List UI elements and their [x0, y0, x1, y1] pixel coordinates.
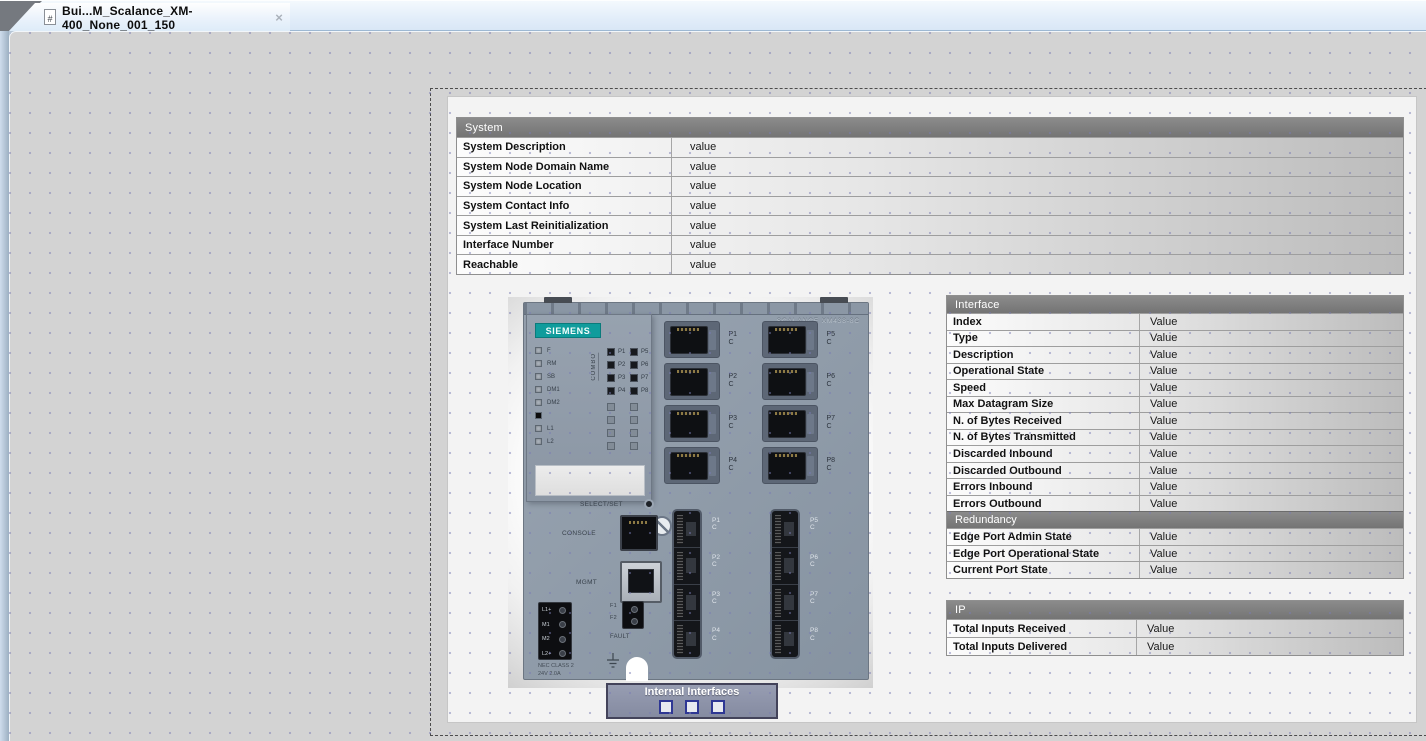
faceplate-tab-icon: #: [44, 9, 56, 25]
canvas-work-area: System System Description value System N…: [9, 31, 1426, 741]
canvas-left-strip: [0, 31, 9, 741]
editor-window: # Bui...M_Scalance_XM-400_None_001_150 ×…: [0, 0, 1426, 741]
close-icon[interactable]: ×: [270, 10, 288, 26]
editor-canvas: System System Description value System N…: [0, 31, 1426, 741]
tab-bar: # Bui...M_Scalance_XM-400_None_001_150 ×: [0, 0, 1426, 31]
faceplate-tab[interactable]: # Bui...M_Scalance_XM-400_None_001_150 ×: [8, 3, 290, 32]
selection-border: [430, 88, 1426, 736]
tab-title: Bui...M_Scalance_XM-400_None_001_150: [62, 3, 290, 32]
